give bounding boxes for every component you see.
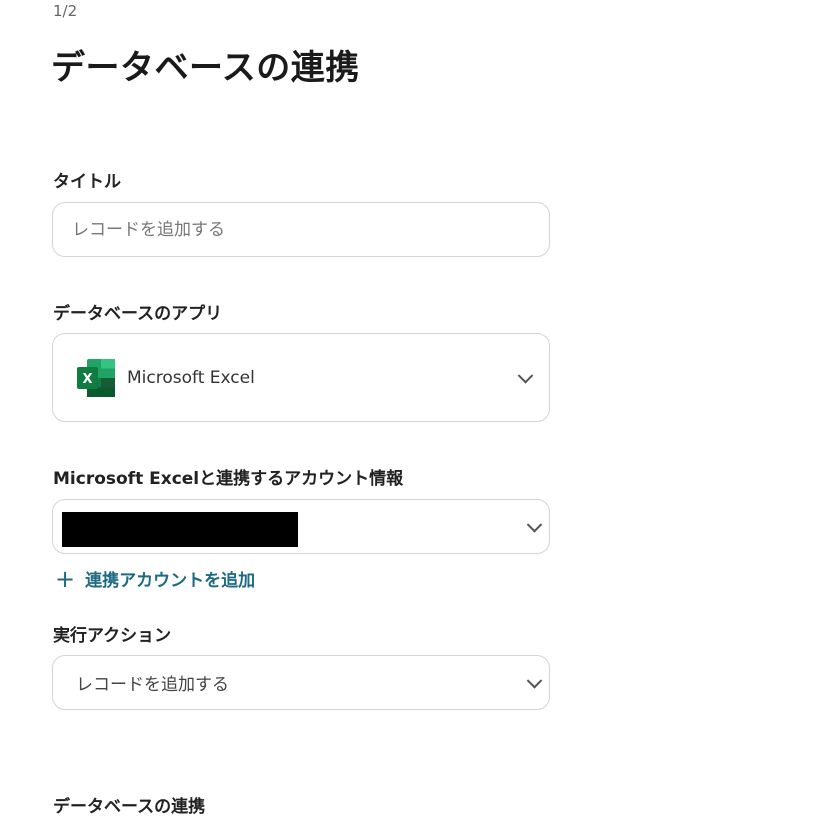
chevron-down-icon xyxy=(526,516,543,533)
svg-text:X: X xyxy=(82,372,92,387)
account-field-label: Microsoft Excelと連携するアカウント情報 xyxy=(53,469,404,489)
app-select-value: Microsoft Excel xyxy=(127,367,255,388)
title-field-label: タイトル xyxy=(53,172,121,192)
section-heading: データベースの連携 xyxy=(53,797,206,817)
account-select[interactable] xyxy=(52,499,550,554)
title-input[interactable] xyxy=(53,203,568,256)
add-account-label: 連携アカウントを追加 xyxy=(85,571,256,591)
chevron-down-icon xyxy=(517,367,534,384)
action-select-value: レコードを追加する xyxy=(76,675,229,695)
app-field-label: データベースのアプリ xyxy=(53,304,223,324)
microsoft-excel-icon: X xyxy=(77,358,117,397)
plus-icon: + xyxy=(55,564,76,593)
step-indicator: 1/2 xyxy=(53,2,78,20)
title-field-box xyxy=(52,202,568,257)
page-title: データベースの連携 xyxy=(51,48,360,88)
action-select[interactable]: レコードを追加する xyxy=(52,655,550,710)
app-select[interactable]: X Microsoft Excel xyxy=(52,333,550,422)
action-field-label: 実行アクション xyxy=(53,626,172,646)
chevron-down-icon xyxy=(526,672,543,689)
redacted-account-value xyxy=(62,512,298,547)
add-account-link[interactable]: + 連携アカウントを追加 xyxy=(55,564,256,593)
